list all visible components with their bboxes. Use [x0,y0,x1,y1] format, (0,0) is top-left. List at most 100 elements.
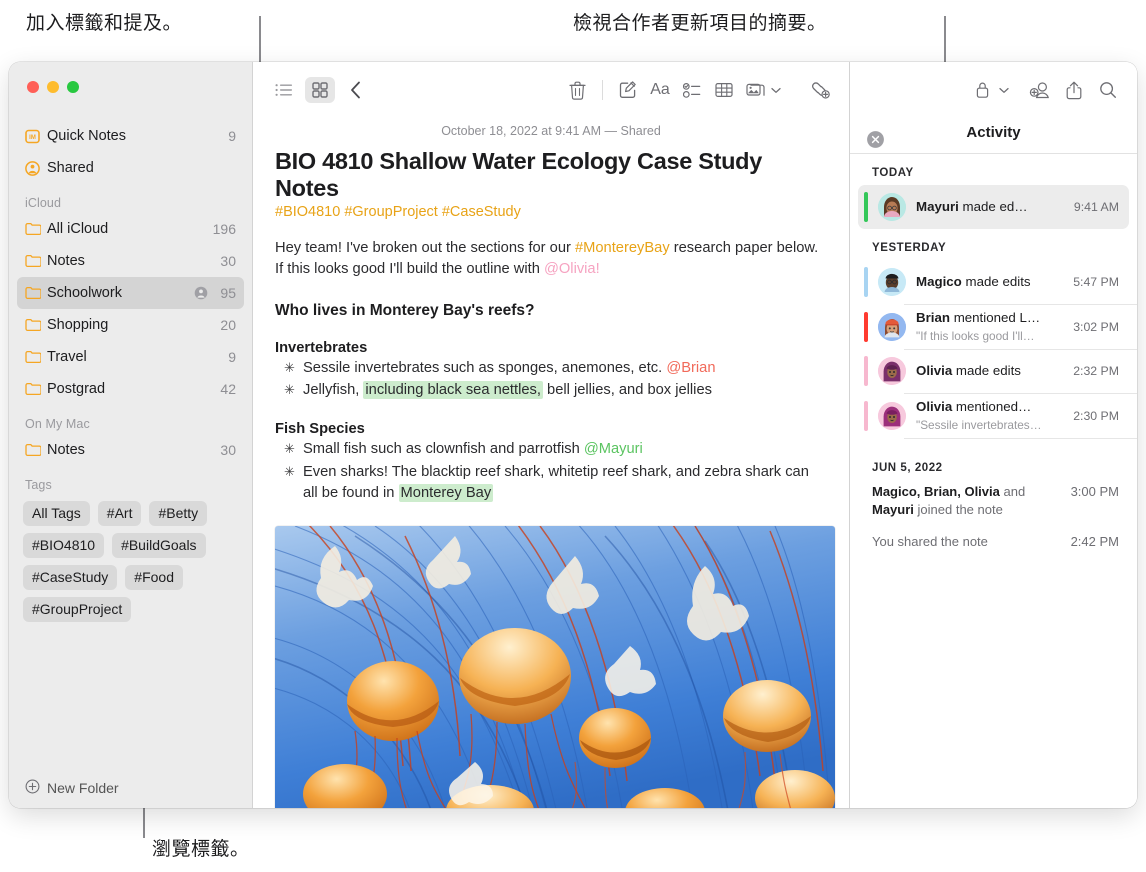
add-collaborator-icon[interactable] [1025,77,1055,103]
media-icon[interactable] [741,77,771,103]
activity-history-shared: You shared the note 2:42 PM [850,521,1137,554]
new-folder-button[interactable]: New Folder [9,768,252,808]
activity-actor: Brian [916,309,950,325]
hashtag-montereybay[interactable]: #MontereyBay [575,240,670,256]
tag-chip-casestudy[interactable]: #CaseStudy [23,565,118,591]
activity-quote: "Sessile invertebrates… [916,417,1042,432]
note-pane: Aa October 18, 2022 at 9:41 AM — Shared … [253,62,849,808]
note-image-jellyfish[interactable] [275,526,835,808]
list-item[interactable]: Sessile invertebrates such as sponges, a… [275,358,827,379]
activity-time: 2:30 PM [1073,408,1119,423]
maximize-button[interactable] [67,81,79,93]
note-title[interactable]: BIO 4810 Shallow Water Ecology Case Stud… [275,148,827,202]
activity-list[interactable]: TODAY Mayuri made ed… 9:41 AM YESTERDAY … [850,154,1137,808]
tag-chip-groupproject[interactable]: #GroupProject [23,597,132,623]
lock-icon[interactable] [967,77,997,103]
note-inline-tags[interactable]: #BIO4810 #GroupProject #CaseStudy [275,204,827,220]
activity-row-mayuri-edits[interactable]: Mayuri made ed… 9:41 AM [858,185,1129,229]
sidebar-item-notes-icloud[interactable]: Notes 30 [17,245,244,277]
compose-icon[interactable] [613,77,643,103]
trash-icon[interactable] [562,77,592,103]
avatar [878,268,906,296]
activity-toolbar [850,62,1137,118]
sidebar-item-quick-notes[interactable]: IM Quick Notes 9 [17,120,244,152]
activity-history-suffix: joined the note [913,501,1003,517]
close-activity-button[interactable] [866,130,885,154]
view-switcher [269,77,371,103]
tag-chip-bio4810[interactable]: #BIO4810 [23,533,105,559]
minimize-button[interactable] [47,81,59,93]
tag-chip-buildgoals[interactable]: #BuildGoals [112,533,206,559]
sidebar-item-notes-local[interactable]: Notes 30 [17,434,244,466]
activity-row-brian-mention[interactable]: Brian mentioned L… "If this looks good I… [858,305,1129,349]
tag-chip-art[interactable]: #Art [97,501,142,527]
search-icon[interactable] [1093,77,1123,103]
tag-chip-betty[interactable]: #Betty [149,501,208,527]
tag-chip-all-tags[interactable]: All Tags [23,501,90,527]
activity-action: mentioned… [952,398,1032,414]
avatar [878,312,906,341]
share-icon[interactable] [1059,77,1089,103]
activity-row-olivia-edits[interactable]: Olivia made edits 2:32 PM [858,349,1129,393]
sidebar-scroll[interactable]: IM Quick Notes 9 Shared iCloud All iClou… [9,109,252,768]
sidebar-item-count: 42 [220,381,236,397]
quick-link-icon[interactable] [805,77,835,103]
sidebar-item-postgrad[interactable]: Postgrad 42 [17,373,244,405]
table-icon[interactable] [709,77,739,103]
folder-icon [25,443,47,457]
sidebar-item-all-icloud[interactable]: All iCloud 196 [17,213,244,245]
list-item[interactable]: Jellyfish, including black sea nettles, … [275,380,827,401]
callout-top-left: 加入標籤和提及。 [26,12,183,34]
list-item[interactable]: Even sharks! The blacktip reef shark, wh… [275,462,827,505]
highlighted-text: Monterey Bay [398,484,494,502]
list-item[interactable]: Small fish such as clownfish and parrotf… [275,439,827,460]
folder-icon [25,254,47,268]
activity-history-joined: Magico, Brian, Olivia and Mayuri joined … [850,480,1137,521]
activity-action: made edits [961,274,1031,289]
chevron-down-icon[interactable] [999,81,1009,99]
mention-brian[interactable]: @Brian [666,360,715,376]
note-content[interactable]: October 18, 2022 at 9:41 AM — Shared BIO… [253,118,849,808]
list-view-icon[interactable] [269,77,299,103]
intro-text-1: Hey team! I've broken out the sections f… [275,240,575,256]
sidebar-item-label: All iCloud [47,221,109,237]
plus-circle-icon [25,779,40,797]
sidebar-item-shared[interactable]: Shared [17,152,244,184]
sidebar-item-count: 30 [220,253,236,269]
activity-row-magico-edits[interactable]: Magico made edits 5:47 PM [858,260,1129,304]
sidebar-item-label: Notes [47,253,85,269]
activity-time: 2:32 PM [1073,364,1119,378]
format-aa-icon[interactable]: Aa [645,77,675,103]
chevron-down-icon[interactable] [771,81,781,99]
mention-olivia[interactable]: @Olivia! [544,261,600,277]
svg-text:IM: IM [29,135,36,141]
activity-time: 9:41 AM [1073,200,1119,214]
avatar [878,193,906,221]
back-chevron-icon[interactable] [341,77,371,103]
activity-pane: Activity TODAY Mayuri made ed… 9:41 AM Y… [849,62,1137,808]
activity-color-bar [864,267,868,297]
activity-text: Olivia made edits [916,362,1065,380]
mention-mayuri[interactable]: @Mayuri [584,441,643,457]
sidebar-item-shopping[interactable]: Shopping 20 [17,309,244,341]
sidebar-item-schoolwork[interactable]: Schoolwork 95 [17,277,244,309]
activity-history-name-last: Mayuri [872,501,914,517]
activity-line: Magico made edits [916,274,1031,289]
activity-color-bar [864,356,868,386]
close-button[interactable] [27,81,39,93]
sidebar-item-travel[interactable]: Travel 9 [17,341,244,373]
note-subheading-invertebrates: Invertebrates [275,339,368,356]
folder-icon [25,350,47,364]
activity-line: Mayuri made ed… [916,199,1028,214]
quick-note-icon: IM [25,129,47,144]
gallery-view-icon[interactable] [305,77,335,103]
activity-group-title-today: TODAY [872,167,914,179]
bullet-text: Small fish such as clownfish and parrotf… [303,441,584,458]
bullet-text: Jellyfish, [303,382,364,399]
note-intro-paragraph[interactable]: Hey team! I've broken out the sections f… [275,238,827,280]
activity-group-title-jun5: JUN 5, 2022 [872,462,943,474]
tag-chip-food[interactable]: #Food [125,565,183,591]
activity-row-olivia-mention[interactable]: Olivia mentioned… "Sessile invertebrates… [858,394,1129,438]
checklist-icon[interactable] [677,77,707,103]
sidebar-item-count: 30 [220,442,236,458]
